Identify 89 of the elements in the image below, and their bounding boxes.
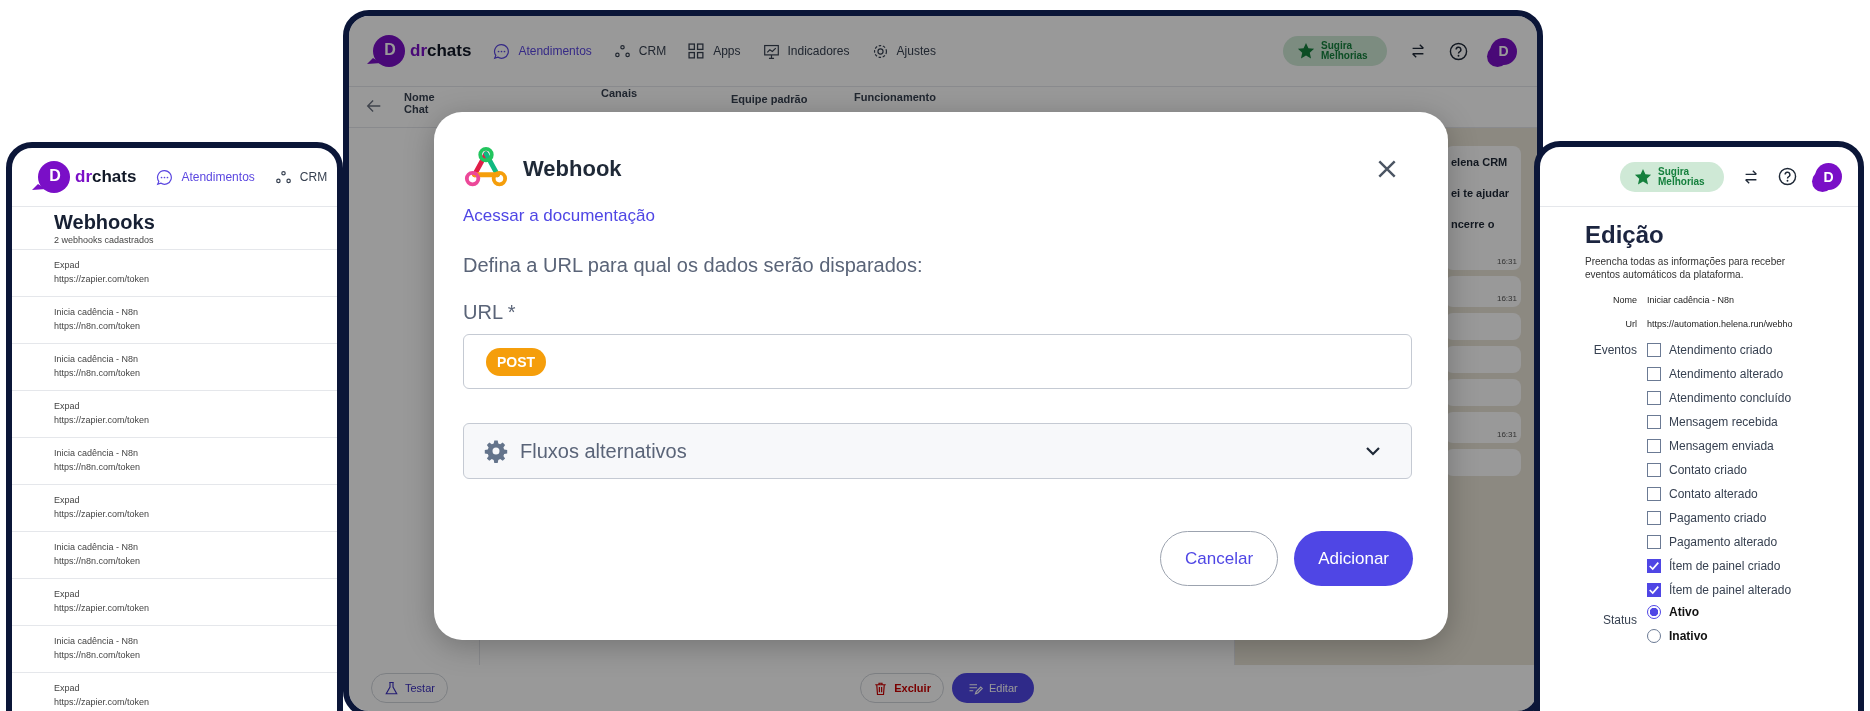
logo-icon	[367, 34, 407, 68]
settings-icon	[871, 42, 889, 60]
logo-text: chats	[92, 167, 137, 187]
logo-text: chats	[427, 41, 472, 61]
webhook-list-item[interactable]: Expad https://zapier.com/token	[12, 250, 337, 297]
events-label: Eventos	[1592, 343, 1637, 357]
dialog-title: Webhook	[523, 156, 622, 182]
user-avatar[interactable]: D	[1815, 163, 1842, 190]
event-checkbox[interactable]: Contato alterado	[1647, 485, 1848, 503]
status-radio[interactable]: Ativo	[1647, 603, 1848, 621]
delete-button[interactable]: Excluir	[860, 673, 944, 703]
check-icon	[1648, 560, 1660, 572]
add-button[interactable]: Adicionar	[1294, 531, 1413, 586]
webhook-list-item[interactable]: Inicia cadência - N8n https://n8n.com/token	[12, 438, 337, 485]
nav-tab[interactable]: CRM	[613, 42, 667, 60]
suggest-button[interactable]: Sugira Melhorias	[1620, 161, 1724, 192]
webhook-list-item[interactable]: Inicia cadência - N8n https://n8n.com/token	[12, 344, 337, 391]
nav-tab[interactable]: Atendimentos	[156, 168, 255, 186]
alternative-flows-accordion[interactable]: Fluxos alternativos	[463, 423, 1412, 479]
logo-icon	[32, 160, 72, 194]
event-checkbox[interactable]: Pagamento alterado	[1647, 533, 1848, 551]
webhook-list-item[interactable]: Inicia cadência - N8n https://n8n.com/token	[12, 297, 337, 344]
test-button[interactable]: Testar	[371, 673, 448, 703]
webhook-list-item[interactable]: Expad https://zapier.com/token	[12, 391, 337, 438]
star-icon	[1297, 42, 1315, 60]
webhook-list-item[interactable]: Expad https://zapier.com/token	[12, 673, 337, 711]
trash-icon	[873, 680, 889, 696]
check-icon	[1648, 584, 1660, 596]
event-checkbox[interactable]: Atendimento alterado	[1647, 365, 1848, 383]
nav-tab[interactable]: Indicadores	[762, 42, 850, 60]
method-badge: POST	[486, 347, 547, 376]
event-checkbox[interactable]: Pagamento criado	[1647, 509, 1848, 527]
status-label: Status	[1601, 613, 1637, 627]
star-icon	[1634, 167, 1652, 186]
logo-letter: D	[48, 167, 62, 185]
webhook-list-item[interactable]: Inicia cadência - N8n https://n8n.com/token	[12, 532, 337, 579]
logo-text: dr	[410, 41, 427, 61]
status-radio[interactable]: Inativo	[1647, 627, 1848, 645]
documentation-link[interactable]: Acessar a documentação	[463, 206, 1413, 226]
event-checkbox[interactable]: Contato criado	[1647, 461, 1848, 479]
chat-bubble: elena CRM ei te ajudar ncerre o 16:31	[1445, 146, 1521, 270]
three-dots-icon	[274, 168, 292, 186]
logo-letter: D	[383, 41, 397, 59]
column-header: Equipe padrão	[731, 92, 809, 105]
help-icon[interactable]	[1449, 41, 1468, 61]
logo-text: dr	[75, 167, 92, 187]
page-title: Webhooks	[54, 211, 156, 234]
flask-icon	[384, 680, 399, 696]
swap-arrows-icon[interactable]	[1409, 42, 1427, 60]
back-arrow-icon[interactable]	[365, 97, 383, 115]
chat-icon	[493, 42, 511, 60]
user-avatar[interactable]: D	[1490, 37, 1517, 65]
event-checkbox[interactable]: Atendimento criado	[1647, 341, 1848, 359]
field-label: Nome	[1612, 295, 1637, 305]
event-checkbox[interactable]: Mensagem enviada	[1647, 437, 1848, 455]
chat-bubble: 16:31	[1445, 276, 1521, 307]
webhook-list-item[interactable]: Inicia cadência - N8n https://n8n.com/token	[12, 626, 337, 673]
field-value: Iniciar cadência - N8n	[1647, 295, 1736, 305]
nav-tab[interactable]: CRM	[274, 168, 328, 186]
page-description: Preencha todas as informações para receber eventos automáticos da plataforma.	[1585, 255, 1787, 281]
chat-icon	[156, 168, 174, 186]
edit-button[interactable]: Editar	[951, 673, 1034, 703]
three-dots-icon	[613, 42, 631, 60]
event-checkbox[interactable]: Ítem de painel criado	[1647, 557, 1848, 575]
column-header: Canais	[601, 87, 639, 99]
cancel-button[interactable]: Cancelar	[1160, 531, 1279, 586]
webhook-list-item[interactable]: Expad https://zapier.com/token	[12, 485, 337, 532]
chat-bubble: 16:31	[1445, 412, 1521, 443]
nav-tab[interactable]: Atendimentos	[493, 42, 592, 60]
event-checkbox[interactable]: Ítem de painel alterado	[1647, 581, 1848, 599]
help-icon[interactable]	[1778, 167, 1797, 186]
event-checkbox[interactable]: Mensagem recebida	[1647, 413, 1848, 431]
nav-tab[interactable]: Ajustes	[871, 42, 936, 60]
event-checkbox[interactable]: Atendimento concluído	[1647, 389, 1848, 407]
chart-icon	[762, 42, 780, 60]
page-title: Edição	[1585, 221, 1665, 249]
grid-icon	[688, 42, 706, 60]
swap-arrows-icon[interactable]	[1742, 167, 1760, 186]
nav-tab[interactable]: Apps	[688, 42, 741, 60]
column-header: Funcionamento	[854, 90, 936, 103]
column-header: Nome Chat	[404, 90, 436, 115]
webhook-count: 2 webhooks cadastrados	[54, 235, 155, 245]
field-label: Url	[1624, 319, 1637, 329]
instruction-text: Defina a URL para qual os dados serão disparados:	[463, 254, 924, 277]
url-label: URL *	[463, 301, 517, 324]
settings-icon	[484, 439, 508, 463]
field-value: https://automation.helena.run/webho	[1647, 319, 1794, 329]
close-icon[interactable]	[1376, 158, 1398, 180]
webhook-list-item[interactable]: Expad https://zapier.com/token	[12, 579, 337, 626]
